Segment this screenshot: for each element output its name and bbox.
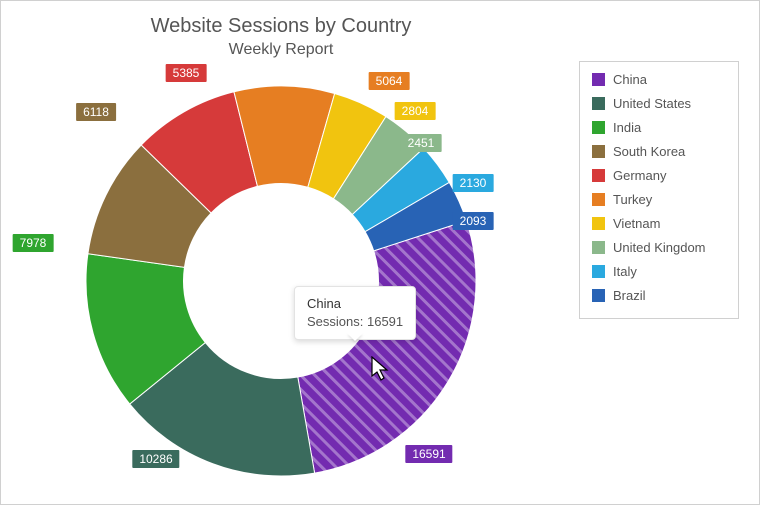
legend-swatch (592, 193, 605, 206)
legend-item[interactable]: Vietnam (592, 216, 726, 231)
legend-item[interactable]: Italy (592, 264, 726, 279)
legend-swatch (592, 73, 605, 86)
data-label-us: 10286 (132, 450, 179, 468)
chart-title: Website Sessions by Country (1, 15, 561, 38)
tooltip: China Sessions: 16591 (294, 286, 416, 340)
legend-item[interactable]: Turkey (592, 192, 726, 207)
legend-item[interactable]: India (592, 120, 726, 135)
legend-swatch (592, 145, 605, 158)
legend-swatch (592, 169, 605, 182)
legend-label: India (613, 120, 641, 135)
legend-label: China (613, 72, 647, 87)
legend: China United States India South Korea German… (579, 61, 739, 319)
data-label-brazil: 2093 (453, 212, 494, 230)
data-label-china: 16591 (405, 445, 452, 463)
data-label-italy: 2130 (453, 174, 494, 192)
data-label-turkey: 5064 (369, 72, 410, 90)
legend-item[interactable]: Brazil (592, 288, 726, 303)
chart-frame: Website Sessions by Country Weekly Repor… (0, 0, 760, 505)
tooltip-value: 16591 (367, 314, 403, 329)
legend-label: Turkey (613, 192, 652, 207)
legend-swatch (592, 265, 605, 278)
tooltip-metric-label: Sessions (307, 314, 360, 329)
legend-item[interactable]: Germany (592, 168, 726, 183)
donut-slice[interactable] (298, 221, 476, 473)
legend-item[interactable]: United States (592, 96, 726, 111)
data-label-germany: 5385 (166, 64, 207, 82)
legend-swatch (592, 217, 605, 230)
legend-label: Vietnam (613, 216, 660, 231)
data-label-skorea: 6118 (76, 103, 116, 121)
legend-label: United States (613, 96, 691, 111)
legend-label: United Kingdom (613, 240, 706, 255)
legend-swatch (592, 289, 605, 302)
legend-item[interactable]: China (592, 72, 726, 87)
donut-chart[interactable]: 16591 10286 7978 6118 5385 5064 2804 245… (31, 61, 531, 491)
legend-item[interactable]: South Korea (592, 144, 726, 159)
chart-subtitle: Weekly Report (1, 41, 561, 59)
legend-item[interactable]: United Kingdom (592, 240, 726, 255)
legend-swatch (592, 97, 605, 110)
legend-swatch (592, 241, 605, 254)
legend-label: South Korea (613, 144, 685, 159)
legend-label: Germany (613, 168, 666, 183)
data-label-vietnam: 2804 (395, 102, 436, 120)
tooltip-body: Sessions: 16591 (307, 313, 403, 331)
data-label-india: 7978 (13, 234, 54, 252)
tooltip-title: China (307, 295, 403, 313)
legend-swatch (592, 121, 605, 134)
legend-label: Brazil (613, 288, 646, 303)
data-label-uk: 2451 (401, 134, 442, 152)
legend-label: Italy (613, 264, 637, 279)
